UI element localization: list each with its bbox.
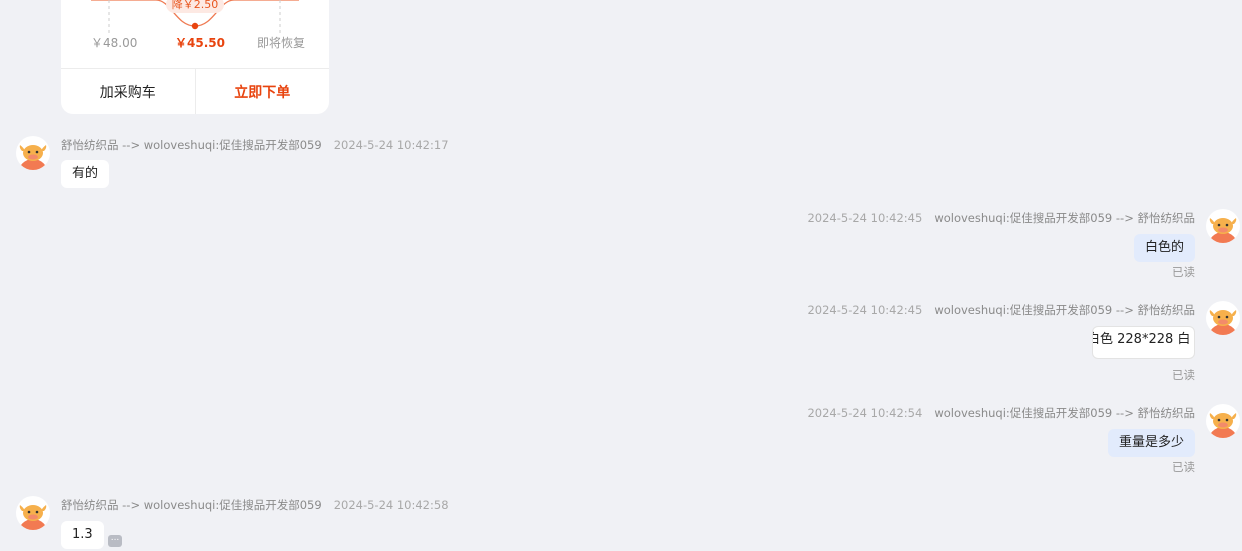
- cow-avatar-icon: [1208, 310, 1238, 335]
- cow-avatar-icon: [1208, 413, 1238, 438]
- read-status: 已读: [1172, 265, 1195, 279]
- timestamp: 2024-5-24 10:42:58: [333, 498, 449, 512]
- cow-avatar-icon: [18, 145, 48, 170]
- ellipsis-icon[interactable]: ...: [108, 534, 122, 547]
- message-bubble[interactable]: 白色 228*228 白: [1092, 326, 1195, 359]
- timestamp: 2024-5-24 10:42:45: [807, 211, 923, 225]
- timestamp: 2024-5-24 10:42:45: [807, 303, 923, 317]
- avatar[interactable]: [1206, 301, 1240, 335]
- message-bubble[interactable]: 重量是多少: [1107, 429, 1195, 457]
- message-text: 白色 228*228 白: [1092, 332, 1191, 347]
- sender-label: woloveshuqi:促佳搜品开发部059 --> 舒怡纺织品: [934, 303, 1195, 317]
- avatar[interactable]: [16, 496, 50, 530]
- current-price: ￥45.50: [175, 36, 225, 50]
- timestamp: 2024-5-24 10:42:54: [807, 406, 923, 420]
- message-bubble[interactable]: 有的: [61, 160, 110, 188]
- restore-label: 即将恢复: [257, 36, 306, 50]
- sender-label: woloveshuqi:促佳搜品开发部059 --> 舒怡纺织品: [934, 406, 1195, 420]
- card-actions: 加采购车 立即下单: [61, 68, 329, 114]
- price-drop-badge: 降￥2.50: [166, 0, 224, 13]
- read-status: 已读: [1172, 460, 1195, 474]
- sender-label: woloveshuqi:促佳搜品开发部059 --> 舒怡纺织品: [934, 211, 1195, 225]
- message-meta: 2024-5-24 10:42:45 woloveshuqi:促佳搜品开发部059…: [807, 302, 1195, 318]
- sender-label: 舒怡纺织品 --> woloveshuqi:促佳搜品开发部059: [61, 498, 322, 512]
- avatar[interactable]: [16, 136, 50, 170]
- message-bubble[interactable]: 白色的: [1133, 234, 1195, 262]
- avatar[interactable]: [1206, 209, 1240, 243]
- message-meta: 2024-5-24 10:42:45 woloveshuqi:促佳搜品开发部059…: [807, 210, 1195, 226]
- sender-label: 舒怡纺织品 --> woloveshuqi:促佳搜品开发部059: [61, 138, 322, 152]
- read-status: 已读: [1172, 368, 1195, 382]
- avatar[interactable]: [1206, 404, 1240, 438]
- add-to-cart-button[interactable]: 加采购车: [61, 69, 196, 114]
- old-price: ￥48.00: [91, 36, 138, 50]
- price-card: 降￥2.50 ￥48.00 ￥45.50 即将恢复 加采购车 立即下单: [61, 0, 329, 114]
- message-meta: 舒怡纺织品 --> woloveshuqi:促佳搜品开发部059 2024-5-2…: [61, 137, 449, 153]
- order-now-button[interactable]: 立即下单: [196, 69, 330, 114]
- cow-avatar-icon: [1208, 218, 1238, 243]
- message-bubble[interactable]: 1.3: [61, 521, 104, 549]
- cow-avatar-icon: [18, 505, 48, 530]
- message-meta: 舒怡纺织品 --> woloveshuqi:促佳搜品开发部059 2024-5-2…: [61, 497, 449, 513]
- message-meta: 2024-5-24 10:42:54 woloveshuqi:促佳搜品开发部059…: [807, 405, 1195, 421]
- timestamp: 2024-5-24 10:42:17: [333, 138, 449, 152]
